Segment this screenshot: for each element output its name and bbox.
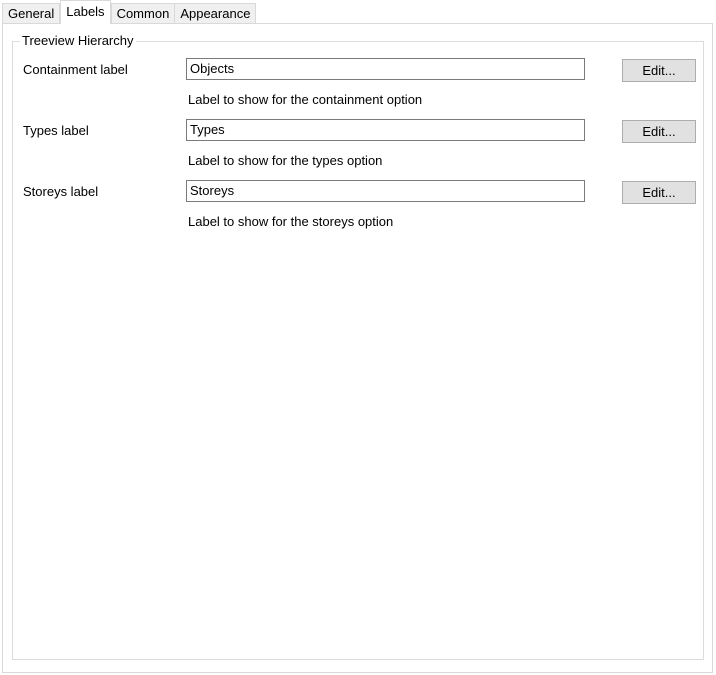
storeys-hint: Label to show for the storeys option — [188, 214, 394, 229]
tab-strip: General Labels Common Appearance — [2, 0, 257, 24]
containment-label-input[interactable]: Objects — [186, 58, 585, 80]
tab-page-labels: Treeview Hierarchy Containment label Obj… — [2, 23, 713, 673]
types-label-input[interactable]: Types — [186, 119, 585, 141]
tab-appearance[interactable]: Appearance — [174, 3, 257, 24]
group-title: Treeview Hierarchy — [20, 33, 136, 49]
containment-label-caption: Containment label — [23, 62, 128, 77]
labels-settings-dialog: General Labels Common Appearance Treevie… — [0, 0, 716, 675]
storeys-edit-button[interactable]: Edit... — [622, 181, 696, 204]
types-hint: Label to show for the types option — [188, 153, 383, 168]
types-label-caption: Types label — [23, 123, 89, 138]
treeview-hierarchy-group: Treeview Hierarchy Containment label Obj… — [12, 33, 704, 660]
types-edit-button[interactable]: Edit... — [622, 120, 696, 143]
storeys-label-caption: Storeys label — [23, 184, 99, 199]
containment-edit-button[interactable]: Edit... — [622, 59, 696, 82]
tab-common[interactable]: Common — [110, 3, 176, 24]
containment-hint: Label to show for the containment option — [188, 92, 423, 107]
tab-general[interactable]: General — [2, 3, 61, 24]
tab-labels[interactable]: Labels — [60, 0, 111, 24]
storeys-label-input[interactable]: Storeys — [186, 180, 585, 202]
